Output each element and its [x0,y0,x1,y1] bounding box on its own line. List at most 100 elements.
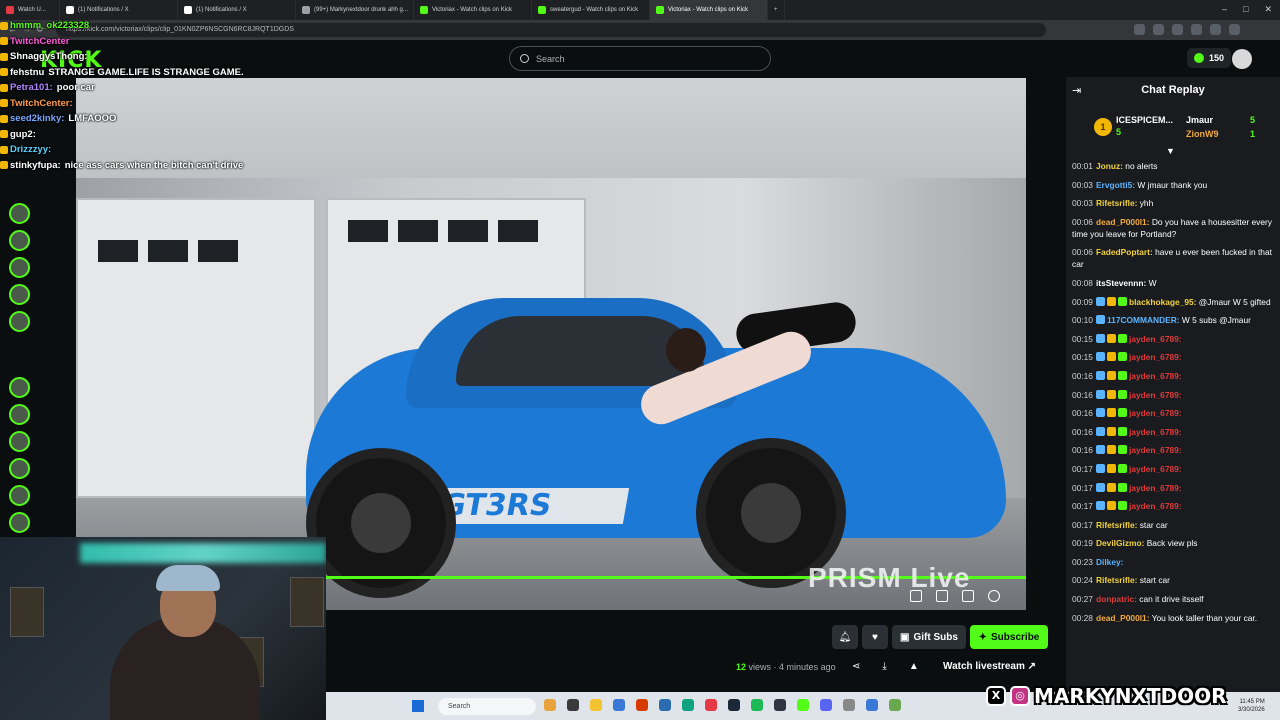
chat-username[interactable]: jayden_6789: [1129,501,1182,511]
browser-tab[interactable]: sweatergud - Watch clips on Kick [532,0,650,20]
chat-timestamp: 00:16 [1072,408,1093,419]
report-icon[interactable]: ▲ [909,661,919,672]
chat-badge-icon [1095,352,1105,362]
taskbar-app-icon[interactable] [820,699,832,711]
extension-icon[interactable] [1229,24,1240,35]
chat-badge-icon [1117,389,1127,399]
search-input[interactable]: Search [509,46,771,71]
taskbar-app-icon[interactable] [567,699,579,711]
followed-channel-avatar[interactable] [9,284,30,305]
recommended-channel-avatar[interactable] [9,431,30,452]
chat-message: 00:10 117COMMANDER: W 5 subs @Jmaur [1072,314,1274,326]
chat-username[interactable]: itsStevennn: [1096,278,1146,288]
watch-livestream-link[interactable]: Watch livestream ↗ [943,661,1036,672]
taskbar-app-icon[interactable] [866,699,878,711]
taskbar-app-icon[interactable] [590,699,602,711]
share-icon[interactable]: ⋖ [852,661,860,672]
chat-text: You look taller than your car. [1151,612,1258,623]
subscribe-button[interactable]: ✦ Subscribe [970,625,1048,649]
chat-username[interactable]: Dilkey: [1096,557,1123,567]
settings-gear-icon[interactable] [988,590,1000,602]
browser-tab[interactable]: (99+) Markynextdoor drunk ahh g... [296,0,414,20]
gift-icon: ▣ [900,631,910,643]
recommended-channel-avatar[interactable] [9,377,30,398]
recommended-channel-avatar[interactable] [9,458,30,479]
chat-username[interactable]: jayden_6789: [1129,445,1182,455]
miniplayer-icon[interactable] [910,590,922,602]
taskbar-app-icon[interactable] [797,699,809,711]
windows-start-icon[interactable] [412,700,424,712]
taskbar-app-icon[interactable] [682,699,694,711]
extension-icon[interactable] [1210,24,1221,35]
user-avatar[interactable] [1232,49,1252,69]
extension-icon[interactable] [1191,24,1202,35]
taskbar-app-icon[interactable] [705,699,717,711]
extension-icon[interactable] [1153,24,1164,35]
tab-favicon-icon [184,6,192,14]
fullscreen-icon[interactable] [962,590,974,602]
browser-tab[interactable]: Watch U... [0,0,60,20]
chat-username[interactable]: 117COMMANDER: [1107,315,1180,325]
chat-username[interactable]: jayden_6789: [1129,483,1182,493]
gift-subs-button[interactable]: ▣ Gift Subs [892,625,966,649]
chat-message: 00:06 FadedPoptart: have u ever been fuck… [1072,246,1274,270]
extension-icon[interactable] [1134,24,1145,35]
chat-username[interactable]: jayden_6789: [1129,427,1182,437]
overlay-chat-user: Petra101: [10,82,53,94]
taskbar-app-icon[interactable] [774,699,786,711]
chat-username[interactable]: FadedPoptart: [1096,247,1153,257]
followed-channel-avatar[interactable] [9,203,30,224]
taskbar-clock[interactable]: 11:45 PM 3/30/2026 [1238,698,1265,714]
chat-badge-icon [1095,482,1105,492]
extension-icon[interactable] [1172,24,1183,35]
browser-tab[interactable]: Victoriax - Watch clips on Kick [650,0,768,20]
taskbar-app-icon[interactable] [728,699,740,711]
expand-leaderboard-icon[interactable]: ▼ [1166,146,1175,156]
taskbar-app-icon[interactable] [659,699,671,711]
browser-tab[interactable]: (1) Notifications / X [60,0,178,20]
recommended-channel-avatar[interactable] [9,512,30,533]
taskbar-app-icon[interactable] [889,699,901,711]
recommended-channel-avatar[interactable] [9,485,30,506]
taskbar-app-icon[interactable] [636,699,648,711]
minimize-icon[interactable]: – [1222,4,1227,15]
theater-mode-icon[interactable] [936,590,948,602]
chat-username[interactable]: donpatric: [1096,594,1137,604]
recommended-channel-avatar[interactable] [9,404,30,425]
chat-username[interactable]: dead_P000l1: [1096,613,1150,623]
follow-heart-button[interactable]: ♥ [862,625,888,649]
chat-username[interactable]: jayden_6789: [1129,352,1182,362]
chat-username[interactable]: Rifetsrifle: [1096,520,1137,530]
new-tab-button[interactable]: + [768,0,785,20]
chat-username[interactable]: jayden_6789: [1129,408,1182,418]
chat-username[interactable]: DevilGizmo: [1096,538,1144,548]
chat-username[interactable]: jayden_6789: [1129,371,1182,381]
clip-meta: 12 views · 4 minutes ago [736,662,836,672]
chat-username[interactable]: Jonuz: [1096,161,1123,171]
chat-username[interactable]: jayden_6789: [1129,334,1182,344]
chat-username[interactable]: jayden_6789: [1129,464,1182,474]
taskbar-app-icon[interactable] [613,699,625,711]
followed-channel-avatar[interactable] [9,311,30,332]
chat-username[interactable]: Ervgotti5: [1096,180,1135,190]
maximize-icon[interactable]: □ [1243,4,1248,15]
notification-bell-button[interactable]: 🔔︎ [832,625,858,649]
download-icon[interactable]: ⤓ [882,661,886,672]
chat-text: yhh [1139,198,1154,209]
points-badge[interactable]: 150 [1187,48,1232,68]
chat-username[interactable]: dead_P000l1: [1096,217,1150,227]
browser-tab[interactable]: Victoriax - Watch clips on Kick [414,0,532,20]
taskbar-app-icon[interactable] [751,699,763,711]
browser-tab[interactable]: (1) Notifications / X [178,0,296,20]
followed-channel-avatar[interactable] [9,230,30,251]
close-icon[interactable]: ✕ [1264,4,1272,15]
taskbar-app-icon[interactable] [843,699,855,711]
chat-username[interactable]: Rifetsrifle: [1096,198,1137,208]
taskbar-search[interactable]: Search [438,698,536,715]
chat-username[interactable]: jayden_6789: [1129,390,1182,400]
taskbar-app-icon[interactable] [544,699,556,711]
chat-username[interactable]: blackhokage_95: [1129,297,1197,307]
chat-username[interactable]: Rifetsrifle: [1096,575,1137,585]
overlay-chat-line: TwitchCenter: [0,96,300,112]
followed-channel-avatar[interactable] [9,257,30,278]
